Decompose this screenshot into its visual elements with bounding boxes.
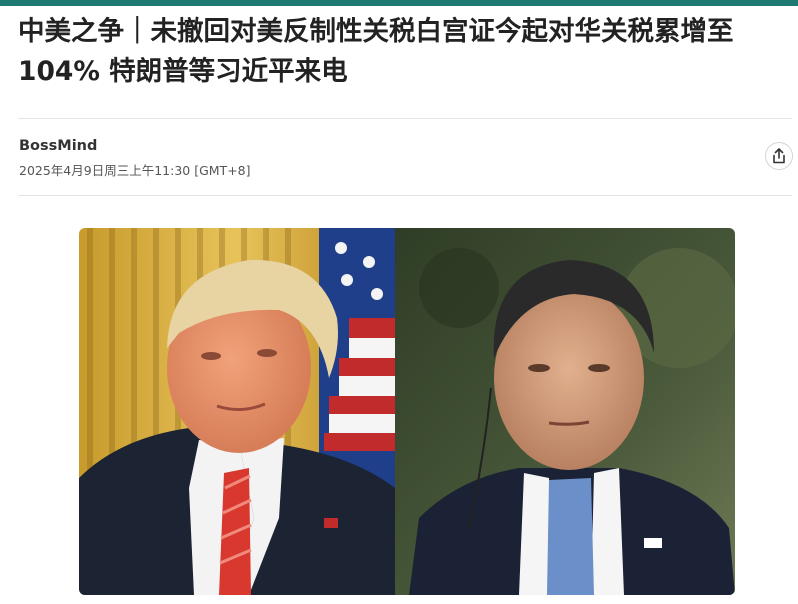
right-portrait: [395, 228, 735, 595]
share-button[interactable]: [765, 142, 793, 170]
article-headline: 中美之争｜未撤回对美反制性关税白宫证今起对华关税累增至104% 特朗普等习近平来…: [18, 16, 734, 87]
left-portrait: [79, 228, 395, 595]
hero-image: [79, 228, 735, 595]
divider-bottom: [18, 195, 792, 196]
author-name[interactable]: BossMind: [19, 138, 97, 154]
top-accent-line: [0, 0, 798, 6]
divider-top: [18, 118, 792, 119]
publish-timestamp: 2025年4月9日周三上午11:30 [GMT+8]: [19, 163, 251, 178]
share-icon: [773, 148, 785, 164]
